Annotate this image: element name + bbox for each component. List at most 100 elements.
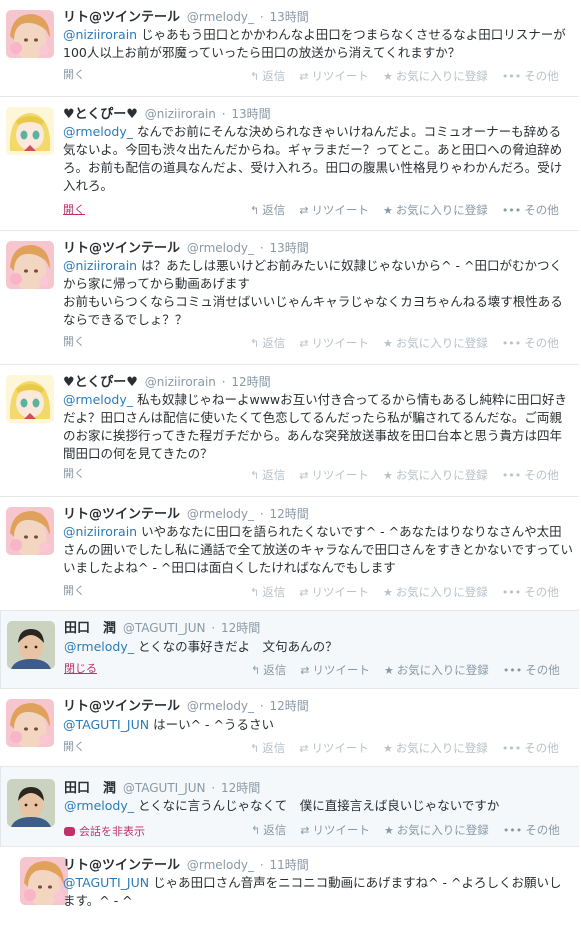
reply-button[interactable]: ↰ 返信 bbox=[250, 467, 285, 483]
retweet-button[interactable]: ⇄ リツイート bbox=[299, 584, 369, 600]
timestamp[interactable]: 12時間 bbox=[221, 781, 260, 795]
favorite-button[interactable]: ★ お気に入りに登録 bbox=[383, 467, 488, 483]
reply-button[interactable]: ↰ 返信 bbox=[250, 68, 285, 84]
reply-icon: ↰ bbox=[251, 823, 261, 837]
favorite-button[interactable]: ★ お気に入りに登録 bbox=[383, 68, 488, 84]
favorite-button[interactable]: ★ お気に入りに登録 bbox=[383, 584, 488, 600]
mention-link[interactable]: @rmelody_ bbox=[64, 798, 134, 813]
display-name[interactable]: 田口 潤 bbox=[64, 621, 116, 636]
avatar[interactable] bbox=[7, 621, 55, 669]
tweet-header: リト@ツインテール @rmelody_ · 13時間 bbox=[63, 239, 309, 257]
retweet-button[interactable]: ⇄ リツイート bbox=[300, 822, 370, 838]
tweet-body: とくなの事好きだよ 文句あんの？ bbox=[134, 639, 338, 654]
separator: · bbox=[211, 621, 216, 635]
retweet-button[interactable]: ⇄ リツイート bbox=[299, 335, 369, 351]
retweet-button[interactable]: ⇄ リツイート bbox=[300, 662, 370, 678]
timestamp[interactable]: 13時間 bbox=[231, 107, 270, 121]
more-button[interactable]: ••• その他 bbox=[502, 740, 559, 756]
display-name[interactable]: ♥とくぴー♥ bbox=[63, 107, 138, 122]
retweet-button[interactable]: ⇄ リツイート bbox=[299, 740, 369, 756]
timestamp[interactable]: 11時間 bbox=[270, 858, 309, 872]
avatar[interactable] bbox=[6, 241, 54, 289]
tweet-text: @rmelody_ とくなに言うんじゃなくて 僕に直接言えば良いじゃないですか bbox=[64, 797, 574, 815]
reply-button[interactable]: ↰ 返信 bbox=[250, 335, 285, 351]
more-button[interactable]: ••• その他 bbox=[502, 202, 559, 218]
mention-link[interactable]: @niziirorain bbox=[63, 27, 137, 42]
close-link[interactable]: 閉じる bbox=[64, 660, 97, 676]
display-name[interactable]: リト@ツインテール bbox=[63, 507, 180, 522]
more-icon: ••• bbox=[502, 663, 523, 677]
reply-button[interactable]: ↰ 返信 bbox=[250, 202, 285, 218]
more-button[interactable]: ••• その他 bbox=[502, 584, 559, 600]
timestamp[interactable]: 12時間 bbox=[270, 699, 309, 713]
favorite-button[interactable]: ★ お気に入りに登録 bbox=[383, 202, 488, 218]
retweet-button[interactable]: ⇄ リツイート bbox=[299, 202, 369, 218]
open-link[interactable]: 開く bbox=[63, 465, 85, 481]
retweet-icon: ⇄ bbox=[299, 336, 309, 350]
avatar[interactable] bbox=[7, 779, 55, 827]
avatar[interactable] bbox=[6, 699, 54, 747]
avatar[interactable] bbox=[6, 507, 54, 555]
open-link[interactable]: 開く bbox=[63, 201, 85, 217]
mention-link[interactable]: @TAGUTI_JUN bbox=[63, 717, 149, 732]
timestamp[interactable]: 12時間 bbox=[221, 621, 260, 635]
display-name[interactable]: リト@ツインテール bbox=[63, 699, 180, 714]
more-button[interactable]: ••• その他 bbox=[503, 822, 560, 838]
conversation-icon bbox=[64, 826, 75, 836]
display-name[interactable]: 田口 潤 bbox=[64, 781, 116, 796]
handle[interactable]: @rmelody_ bbox=[187, 241, 254, 255]
handle[interactable]: @rmelody_ bbox=[187, 858, 254, 872]
timestamp[interactable]: 12時間 bbox=[270, 507, 309, 521]
handle[interactable]: @TAGUTI_JUN bbox=[123, 621, 206, 635]
open-link[interactable]: 開く bbox=[63, 333, 85, 349]
favorite-button[interactable]: ★ お気に入りに登録 bbox=[384, 662, 489, 678]
mention-link[interactable]: @niziirorain bbox=[63, 258, 137, 273]
mention-link[interactable]: @rmelody_ bbox=[64, 639, 134, 654]
avatar[interactable] bbox=[6, 10, 54, 58]
retweet-button[interactable]: ⇄ リツイート bbox=[299, 467, 369, 483]
avatar[interactable] bbox=[6, 375, 54, 423]
favorite-button[interactable]: ★ お気に入りに登録 bbox=[384, 822, 489, 838]
timestamp[interactable]: 13時間 bbox=[270, 10, 309, 24]
open-link[interactable]: 開く bbox=[63, 66, 85, 82]
avatar[interactable] bbox=[20, 857, 68, 905]
favorite-button[interactable]: ★ お気に入りに登録 bbox=[383, 740, 488, 756]
open-link[interactable]: 開く bbox=[63, 738, 85, 754]
more-button[interactable]: ••• その他 bbox=[503, 662, 560, 678]
retweet-button[interactable]: ⇄ リツイート bbox=[299, 68, 369, 84]
tweet-actions: ↰ 返信 ⇄ リツイート ★ お気に入りに登録 ••• その他 bbox=[250, 740, 569, 756]
more-button[interactable]: ••• その他 bbox=[502, 68, 559, 84]
hide-conversation-link[interactable]: 会話を非表示 bbox=[64, 823, 145, 839]
more-button[interactable]: ••• その他 bbox=[502, 335, 559, 351]
display-name[interactable]: ♥とくぴー♥ bbox=[63, 375, 138, 390]
mention-link[interactable]: @TAGUTI_JUN bbox=[63, 875, 149, 890]
mention-link[interactable]: @rmelody_ bbox=[63, 124, 133, 139]
handle[interactable]: @niziirorain bbox=[145, 375, 216, 389]
avatar[interactable] bbox=[6, 107, 54, 155]
display-name[interactable]: リト@ツインテール bbox=[63, 10, 180, 25]
handle[interactable]: @TAGUTI_JUN bbox=[123, 781, 206, 795]
reply-button[interactable]: ↰ 返信 bbox=[251, 662, 286, 678]
timestamp[interactable]: 12時間 bbox=[231, 375, 270, 389]
retweet-icon: ⇄ bbox=[299, 585, 309, 599]
display-name[interactable]: リト@ツインテール bbox=[63, 241, 180, 256]
separator: · bbox=[259, 507, 264, 521]
tweet-header: リト@ツインテール @rmelody_ · 13時間 bbox=[63, 8, 309, 26]
reply-button[interactable]: ↰ 返信 bbox=[250, 740, 285, 756]
handle[interactable]: @niziirorain bbox=[145, 107, 216, 121]
handle[interactable]: @rmelody_ bbox=[187, 699, 254, 713]
reply-button[interactable]: ↰ 返信 bbox=[250, 584, 285, 600]
favorite-button[interactable]: ★ お気に入りに登録 bbox=[383, 335, 488, 351]
tweet-actions: ↰ 返信 ⇄ リツイート ★ お気に入りに登録 ••• その他 bbox=[250, 584, 569, 600]
open-link[interactable]: 開く bbox=[63, 582, 85, 598]
tweet-item: 田口 潤 @TAGUTI_JUN · 12時間 @rmelody_ とくなの事好… bbox=[0, 611, 579, 689]
timestamp[interactable]: 13時間 bbox=[270, 241, 309, 255]
reply-button[interactable]: ↰ 返信 bbox=[251, 822, 286, 838]
mention-link[interactable]: @niziirorain bbox=[63, 524, 137, 539]
more-button[interactable]: ••• その他 bbox=[502, 467, 559, 483]
handle[interactable]: @rmelody_ bbox=[187, 507, 254, 521]
display-name[interactable]: リト@ツインテール bbox=[63, 858, 180, 873]
handle[interactable]: @rmelody_ bbox=[187, 10, 254, 24]
mention-link[interactable]: @rmelody_ bbox=[63, 392, 133, 407]
tweet-actions: ↰ 返信 ⇄ リツイート ★ お気に入りに登録 ••• その他 bbox=[250, 467, 569, 483]
